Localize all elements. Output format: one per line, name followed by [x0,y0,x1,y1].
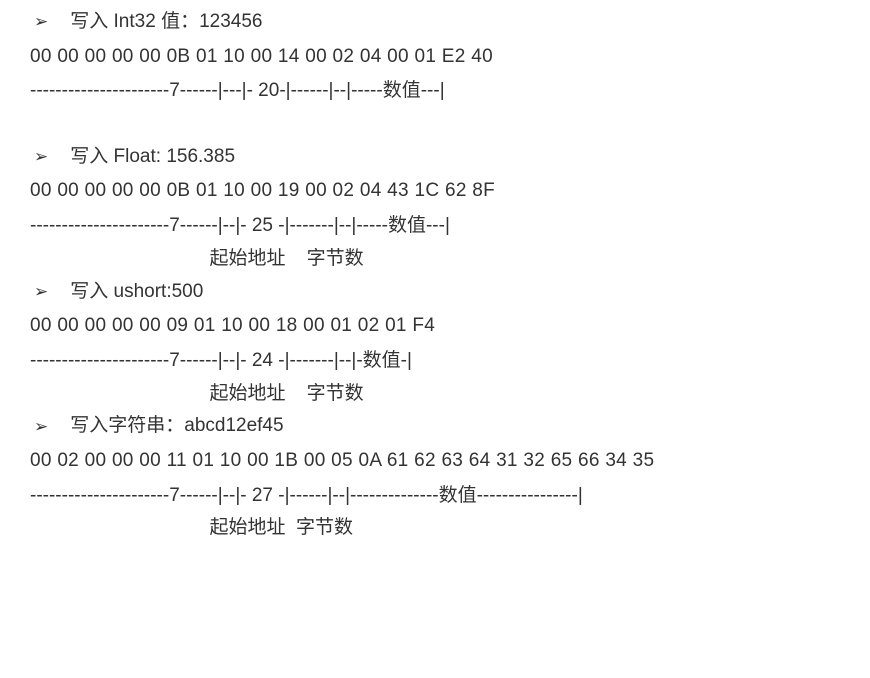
entry-ushort: ➢ 写入 ushort:500 00 00 00 00 00 09 01 10 … [30,280,840,407]
ruler: ----------------------7------|--|- 25 -|… [30,214,840,239]
entry-header: ➢ 写入 ushort:500 [30,280,840,305]
hex-bytes: 00 00 00 00 00 09 01 10 00 18 00 01 02 0… [30,314,840,339]
entry-header: ➢ 写入 Int32 值：123456 [30,10,840,35]
arrow-icon: ➢ [34,11,48,33]
header-text: 写入 ushort:500 [70,280,203,305]
entry-header: ➢ 写入字符串：abcd12ef45 [30,414,840,439]
labels [30,112,840,137]
header-text: 写入 Int32 值：123456 [70,10,262,35]
entry-string: ➢ 写入字符串：abcd12ef45 00 02 00 00 00 11 01 … [30,414,840,541]
entry-header: ➢ 写入 Float: 156.385 [30,145,840,170]
ruler: ----------------------7------|--|- 24 -|… [30,349,840,374]
labels: 起始地址 字节数 [30,247,840,272]
ruler: ----------------------7------|---|- 20-|… [30,79,840,104]
arrow-icon: ➢ [34,281,48,303]
arrow-icon: ➢ [34,146,48,168]
hex-bytes: 00 02 00 00 00 11 01 10 00 1B 00 05 0A 6… [30,449,840,474]
hex-bytes: 00 00 00 00 00 0B 01 10 00 14 00 02 04 0… [30,45,840,70]
entry-int32: ➢ 写入 Int32 值：123456 00 00 00 00 00 0B 01… [30,10,840,137]
labels: 起始地址 字节数 [30,516,840,541]
hex-bytes: 00 00 00 00 00 0B 01 10 00 19 00 02 04 4… [30,179,840,204]
labels: 起始地址 字节数 [30,382,840,407]
entry-float: ➢ 写入 Float: 156.385 00 00 00 00 00 0B 01… [30,145,840,272]
header-text: 写入字符串：abcd12ef45 [70,414,283,439]
ruler: ----------------------7------|--|- 27 -|… [30,484,840,509]
header-text: 写入 Float: 156.385 [70,145,235,170]
arrow-icon: ➢ [34,416,48,438]
